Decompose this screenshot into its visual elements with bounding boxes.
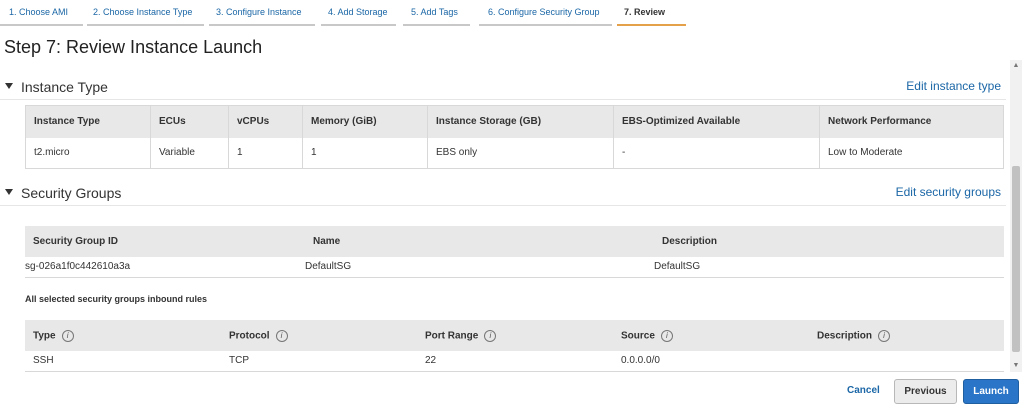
column-header: vCPUs: [228, 105, 303, 138]
column-header: EBS-Optimized Available: [613, 105, 820, 138]
table-cell: Variable: [150, 137, 229, 169]
column-header: Description: [654, 226, 1004, 257]
wizard-footer: Cancel Previous Launch: [0, 372, 1024, 414]
edit-instance-type-link[interactable]: Edit instance type: [906, 79, 1001, 93]
info-icon[interactable]: i: [878, 329, 891, 342]
column-header-label: Type: [33, 330, 56, 342]
step-configure-security-group[interactable]: 6. Configure Security Group: [488, 7, 600, 22]
step-underline: [0, 24, 83, 26]
review-content[interactable]: Instance Type Edit instance type Instanc…: [0, 60, 1010, 372]
column-header: ECUs: [150, 105, 229, 138]
step-underline: [321, 24, 396, 26]
page-title: Step 7: Review Instance Launch: [4, 37, 263, 57]
column-header: Security Group ID: [25, 226, 305, 257]
wizard-steps: 1. Choose AMI 2. Choose Instance Type 3.…: [0, 0, 1024, 30]
table-header-row: Security Group ID Name Description: [25, 226, 1004, 257]
edit-security-groups-link[interactable]: Edit security groups: [896, 185, 1001, 199]
table-header-row: Type i Protocol i Port Range i Source i Desc…: [25, 320, 1004, 351]
column-header-label: Protocol: [229, 330, 270, 342]
step-underline: [87, 24, 204, 26]
column-header: Instance Type: [25, 105, 151, 138]
table-cell: sg-026a1f0c442610a3a: [25, 257, 305, 278]
step-add-storage[interactable]: 4. Add Storage: [328, 7, 388, 22]
scroll-down-arrow-icon[interactable]: ▼: [1010, 360, 1022, 372]
table-cell: -: [613, 137, 820, 169]
column-header: Name: [305, 226, 654, 257]
column-header: Network Performance: [819, 105, 1004, 138]
table-cell: 0.0.0.0/0: [613, 351, 809, 372]
column-header: Memory (GiB): [302, 105, 428, 138]
inbound-rules-table: Type i Protocol i Port Range i Source i Desc…: [25, 320, 1004, 372]
cancel-button[interactable]: Cancel: [847, 385, 880, 396]
info-icon[interactable]: i: [275, 329, 288, 342]
column-header-label: Source: [621, 330, 655, 342]
table-cell: t2.micro: [25, 137, 151, 169]
table-cell: 22: [417, 351, 613, 372]
security-groups-section-header[interactable]: Security Groups Edit security groups: [0, 182, 1006, 206]
step-configure-instance[interactable]: 3. Configure Instance: [216, 7, 302, 22]
vertical-scrollbar[interactable]: ▲ ▼: [1010, 60, 1022, 372]
step-add-tags[interactable]: 5. Add Tags: [411, 7, 458, 22]
info-icon[interactable]: i: [660, 329, 673, 342]
column-header-label: Description: [817, 330, 873, 342]
collapse-caret-icon[interactable]: [5, 189, 13, 195]
table-row: SSH TCP 22 0.0.0.0/0: [25, 351, 1004, 372]
column-header: Protocol i: [221, 320, 417, 351]
step-choose-instance-type[interactable]: 2. Choose Instance Type: [93, 7, 192, 22]
table-cell: Low to Moderate: [819, 137, 1004, 169]
security-groups-table: Security Group ID Name Description sg-02…: [25, 226, 1004, 278]
step-underline-active: [617, 24, 686, 26]
info-icon[interactable]: i: [484, 329, 497, 342]
info-icon[interactable]: i: [61, 329, 74, 342]
table-row: sg-026a1f0c442610a3a DefaultSG DefaultSG: [25, 257, 1004, 278]
column-header: Type i: [25, 320, 221, 351]
table-cell: DefaultSG: [654, 257, 1004, 278]
table-cell: 1: [228, 137, 303, 169]
column-header: Instance Storage (GB): [427, 105, 614, 138]
instance-type-section-header[interactable]: Instance Type Edit instance type: [0, 76, 1006, 100]
column-header: Source i: [613, 320, 809, 351]
section-title: Security Groups: [21, 185, 122, 201]
step-underline: [209, 24, 315, 26]
launch-button[interactable]: Launch: [963, 379, 1019, 404]
step-underline: [479, 24, 612, 26]
table-row: t2.micro Variable 1 1 EBS only - Low to …: [25, 137, 1004, 169]
step-underline: [403, 24, 470, 26]
column-header-label: Port Range: [425, 330, 479, 342]
step-choose-ami[interactable]: 1. Choose AMI: [9, 7, 68, 22]
column-header: Port Range i: [417, 320, 613, 351]
step-review[interactable]: 7. Review: [624, 7, 665, 22]
previous-button[interactable]: Previous: [894, 379, 957, 404]
collapse-caret-icon[interactable]: [5, 83, 13, 89]
inbound-rules-heading: All selected security groups inbound rul…: [25, 294, 208, 304]
table-cell: DefaultSG: [305, 257, 654, 278]
table-header-row: Instance Type ECUs vCPUs Memory (GiB) In…: [25, 105, 1004, 138]
instance-type-table: Instance Type ECUs vCPUs Memory (GiB) In…: [25, 105, 1004, 169]
scroll-up-arrow-icon[interactable]: ▲: [1010, 60, 1022, 72]
column-header: Description i: [809, 320, 1004, 351]
table-cell: [809, 351, 1004, 372]
table-cell: EBS only: [427, 137, 614, 169]
table-cell: TCP: [221, 351, 417, 372]
scrollbar-thumb[interactable]: [1012, 166, 1020, 352]
section-title: Instance Type: [21, 79, 108, 95]
table-cell: SSH: [25, 351, 221, 372]
table-cell: 1: [302, 137, 428, 169]
